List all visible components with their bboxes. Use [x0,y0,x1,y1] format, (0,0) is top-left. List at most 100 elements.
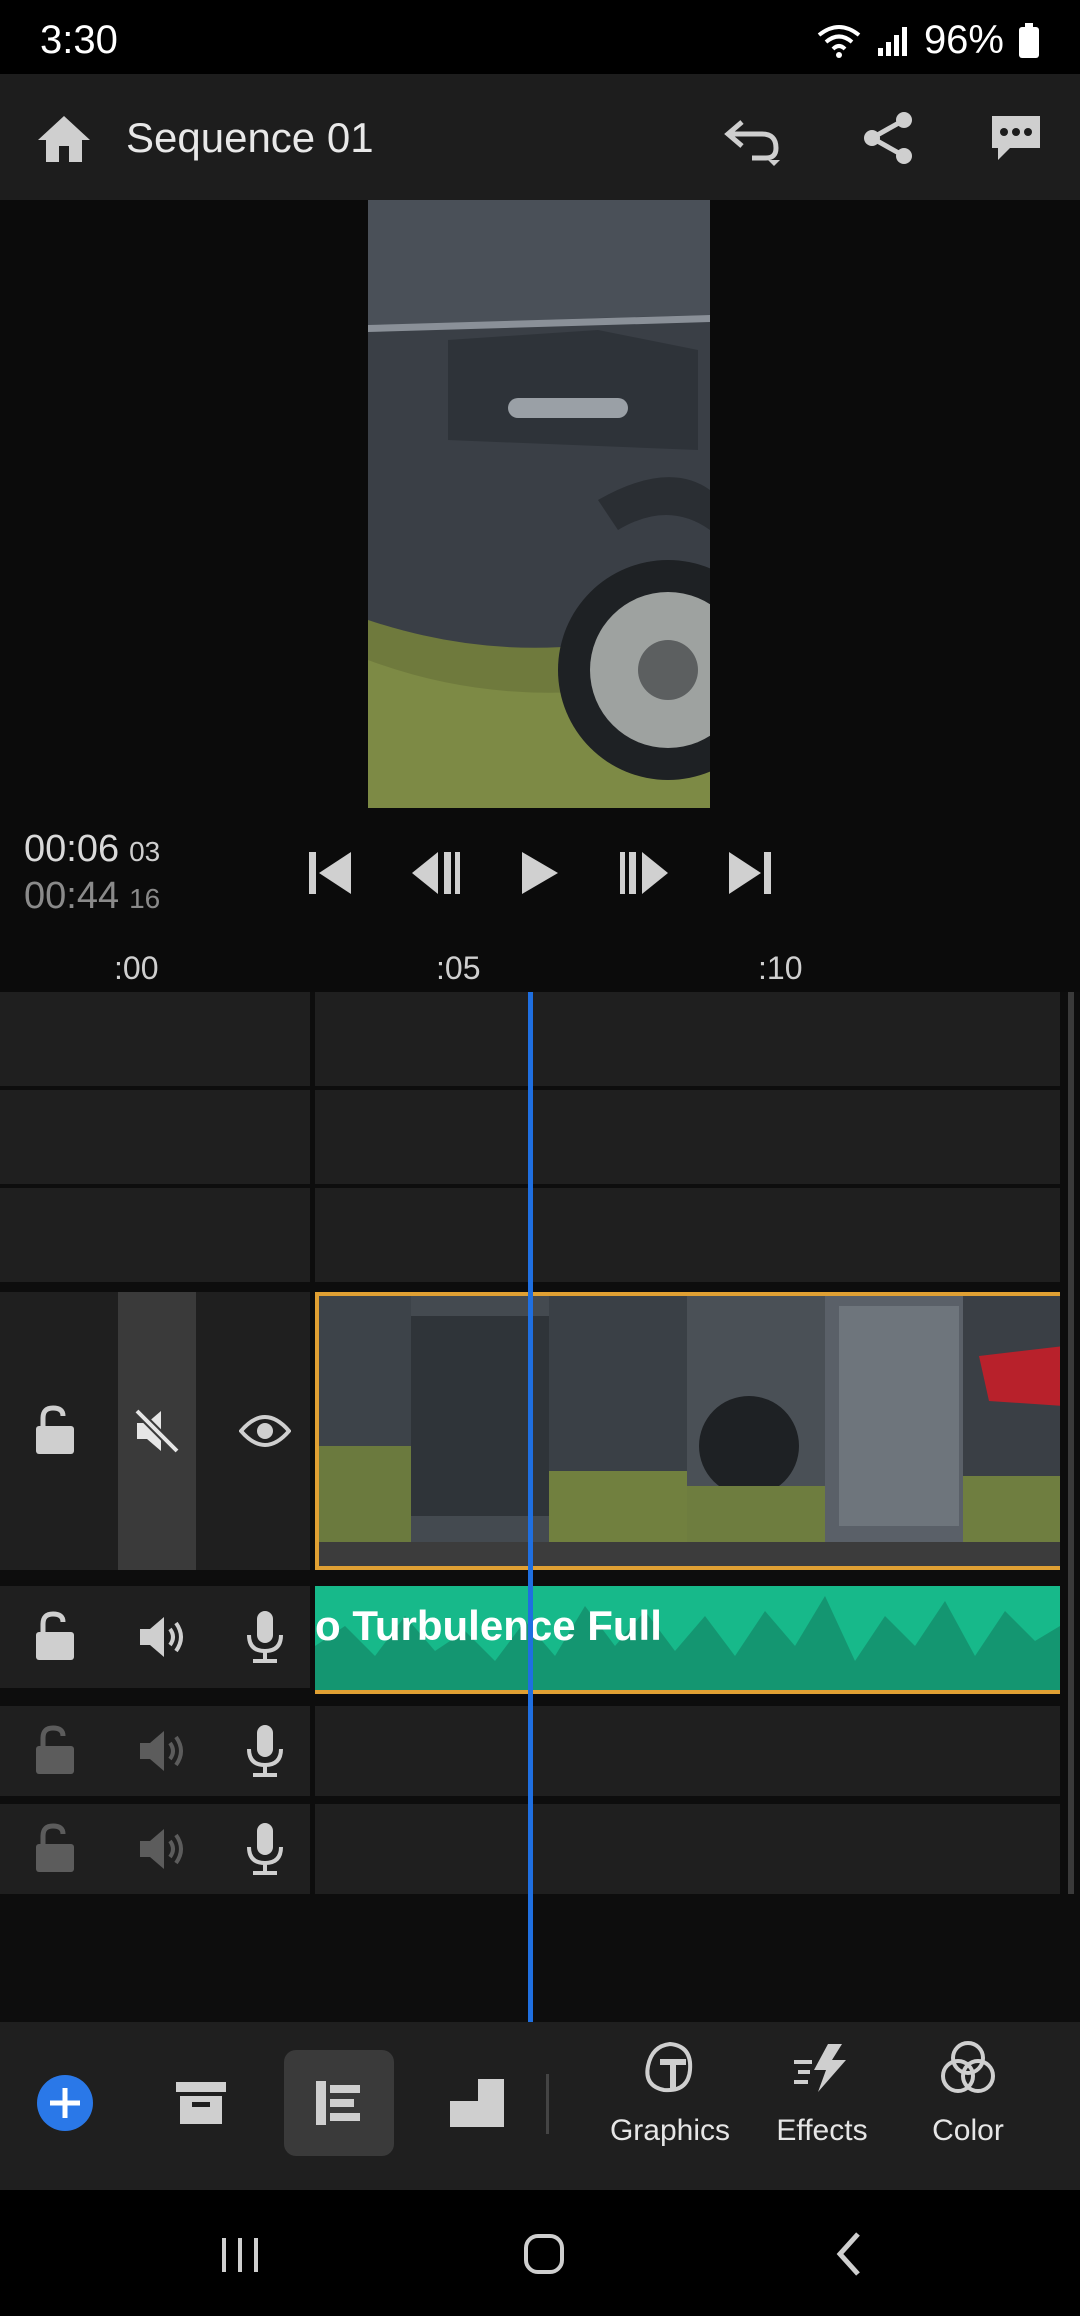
app-header: Sequence 01 [0,74,1080,200]
track-visibility-button[interactable] [230,1396,300,1466]
share-icon [864,112,912,164]
track-record-button[interactable] [230,1814,300,1884]
muted-speaker-icon [134,1408,180,1454]
color-circles-icon [941,2041,995,2093]
video-preview[interactable] [368,200,710,808]
step-back-button[interactable] [400,838,470,908]
clip-thumbnails-image [319,1296,1060,1542]
track-header [0,992,310,1086]
video-track-lane[interactable] [315,1292,1060,1570]
bottom-toolbar: Graphics Effects Color [0,2022,1080,2190]
undo-icon [724,120,780,166]
system-home-button[interactable] [514,2224,574,2284]
timecode-display: 00:06 03 00:44 16 [24,828,160,918]
audio-clip[interactable]: o Turbulence Full [315,1586,1060,1694]
ruler-tick: :10 [758,950,803,986]
timeline-scrollbar[interactable] [1068,992,1074,1894]
track-lock-button[interactable] [20,1602,90,1672]
ruler-tick: :05 [436,950,481,986]
home-button[interactable] [34,108,94,168]
audio-track-header [0,1706,310,1796]
effects-icon [794,2044,846,2092]
add-media-button[interactable] [10,2050,120,2156]
comments-button[interactable] [988,110,1044,166]
add-icon [37,2075,93,2131]
share-button[interactable] [860,110,916,166]
back-chevron-icon [836,2232,860,2276]
track-lane[interactable] [315,1090,1060,1184]
speaker-icon [140,1731,183,1771]
archive-box-icon [176,2082,226,2124]
skip-to-start-icon [309,852,351,894]
timeline-tracks-icon [316,2081,360,2125]
home-outline-icon [524,2234,564,2274]
wifi-icon [817,24,861,58]
clip-audio-waveform [319,1542,1060,1566]
audio-track-lane[interactable] [315,1706,1060,1796]
step-forward-button[interactable] [610,838,680,908]
effects-button[interactable]: Effects [742,2040,902,2170]
undo-button[interactable] [722,112,786,168]
microphone-icon [247,1611,283,1663]
track-lane[interactable] [315,992,1060,1086]
track-lock-button[interactable] [20,1716,90,1786]
back-button[interactable] [820,2224,880,2284]
track-record-button[interactable] [230,1602,300,1672]
track-volume-button[interactable] [128,1602,198,1672]
video-track-header [0,1292,310,1570]
track-header [0,1188,310,1282]
track-mute-button[interactable] [118,1292,196,1570]
play-icon [522,852,558,894]
eye-icon [239,1415,291,1447]
audio-track-lane[interactable] [315,1804,1060,1894]
home-icon [38,116,90,162]
signal-icon [877,26,907,56]
graphics-label: Graphics [609,2114,731,2147]
battery-icon [1019,22,1039,58]
comment-icon [992,116,1040,160]
skip-to-end-icon [729,852,771,894]
graphics-button[interactable]: Graphics [590,2040,750,2170]
audio-clip-label: o Turbulence Full [315,1602,662,1649]
go-to-end-button[interactable] [715,838,785,908]
step-forward-icon [620,852,668,894]
track-lane[interactable] [315,1188,1060,1282]
video-clip[interactable] [315,1292,1060,1570]
duration-timecode: 00:44 [24,875,120,917]
step-back-icon [412,852,460,894]
track-lock-button[interactable] [20,1814,90,1884]
timeline-ruler[interactable]: :00 :05 :10 [0,942,1080,992]
playhead[interactable] [528,992,533,2022]
car-door-frame-image [368,200,710,808]
audio-track-header [0,1586,310,1688]
track-record-button[interactable] [230,1716,300,1786]
system-navigation-bar [0,2190,1080,2316]
timeline: o Turbulence Full [0,992,1080,2022]
go-to-start-button[interactable] [295,838,365,908]
track-volume-button[interactable] [128,1814,198,1884]
track-header [0,1090,310,1184]
aspect-ratio-button[interactable] [422,2050,532,2156]
effects-label: Effects [776,2114,868,2147]
color-label: Color [932,2114,1004,2147]
track-volume-button[interactable] [128,1716,198,1786]
unlock-icon [36,1725,74,1774]
play-button[interactable] [505,838,575,908]
duration-frame: 16 [129,883,161,914]
layered-rectangles-icon [450,2079,504,2127]
timeline-view-button[interactable] [284,2050,394,2156]
recents-button[interactable] [210,2224,270,2284]
unlock-icon [36,1611,74,1660]
status-icons: 96% [816,18,1040,63]
toolbar-divider [546,2074,549,2134]
sequence-title[interactable]: Sequence 01 [126,114,374,162]
color-button[interactable]: Color [888,2040,1048,2170]
audio-track-lane[interactable]: o Turbulence Full [315,1586,1060,1694]
microphone-icon [247,1725,283,1777]
speaker-icon [140,1829,183,1869]
current-frame: 03 [129,836,161,867]
media-bin-button[interactable] [146,2050,256,2156]
current-timecode: 00:06 [24,828,120,870]
track-lock-button[interactable] [20,1396,90,1466]
recents-icon [222,2238,258,2272]
